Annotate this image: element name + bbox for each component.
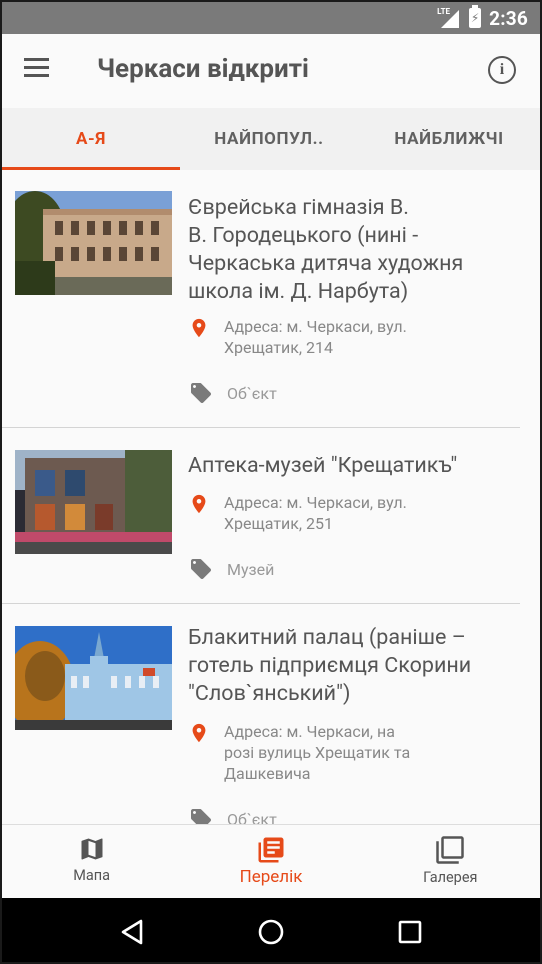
tag-icon: [191, 809, 211, 824]
tab-bar: А-Я НАЙПОПУЛ.. НАЙБЛИЖЧІ: [2, 108, 540, 170]
address-line: Адреса: м. Черкаси, на: [224, 722, 395, 741]
gallery-icon: [436, 836, 465, 864]
place-title: Блакитний палац (раніше – готель підприє…: [188, 624, 526, 708]
place-title: Єврейська гімназія В. В. Городецького (н…: [188, 194, 526, 306]
bottom-navigation: Мапа Перелік Галерея: [2, 824, 540, 898]
app-window: LTE ⚡ 2:36 Черкаси відкриті i А-Я НАЙПОП…: [0, 0, 542, 964]
status-bar: LTE ⚡ 2:36: [2, 2, 540, 34]
title-line: готель підприємця Скорини: [188, 653, 472, 678]
list-item[interactable]: Єврейська гімназія В. В. Городецького (н…: [2, 170, 540, 428]
address-text: Адреса: м. Черкаси, на розі вулиць Хреща…: [224, 721, 410, 784]
signal-icon: LTE: [437, 7, 461, 29]
nav-map[interactable]: Мапа: [2, 825, 181, 898]
category-row: Об`єкт: [189, 381, 277, 405]
places-list: Єврейська гімназія В. В. Городецького (н…: [2, 170, 540, 824]
tag-icon: [191, 383, 211, 403]
address-line: розі вулиць Хрещатик та: [224, 743, 411, 762]
category-label: Музей: [227, 559, 275, 579]
nav-list[interactable]: Перелік: [181, 825, 360, 898]
place-title: Аптека-музей "Крещатикъ": [188, 452, 526, 480]
address-line: Адреса: м. Черкаси, вул.: [224, 493, 407, 512]
address-row: Адреса: м. Черкаси, на розі вулиць Хреща…: [188, 721, 520, 784]
title-line: "Слов`янський"): [188, 681, 351, 706]
menu-icon[interactable]: [24, 58, 52, 84]
list-item[interactable]: Аптека-музей "Крещатикъ" Адреса: м. Черк…: [2, 428, 540, 604]
address-line: Хрещатик, 251: [224, 514, 333, 533]
place-photo: [15, 450, 172, 554]
title-line: Єврейська гімназія В.: [188, 195, 409, 220]
info-icon[interactable]: i: [488, 56, 516, 84]
page-title: Черкаси відкриті: [97, 54, 309, 84]
list-icon: [258, 837, 284, 863]
map-icon: [81, 838, 103, 860]
address-row: Адреса: м. Черкаси, вул. Хрещатик, 251: [188, 492, 520, 534]
address-line: Хрещатик, 214: [224, 338, 333, 357]
address-line: Адреса: м. Черкаси, вул.: [224, 317, 407, 336]
recents-icon[interactable]: [390, 912, 430, 952]
location-pin-icon: [192, 723, 206, 743]
category-label: Об`єкт: [227, 809, 277, 825]
tab-popular[interactable]: НАЙПОПУЛ..: [180, 108, 358, 170]
place-photo: [15, 626, 172, 730]
location-pin-icon: [192, 494, 206, 514]
title-line: Блакитний палац (раніше –: [188, 625, 466, 650]
category-row: Музей: [189, 557, 274, 581]
tab-nearest[interactable]: НАЙБЛИЖЧІ: [358, 108, 540, 170]
tag-icon: [191, 559, 211, 579]
list-item[interactable]: Блакитний палац (раніше – готель підприє…: [2, 604, 540, 824]
address-line: Дашкевича: [224, 764, 311, 783]
app-toolbar: Черкаси відкриті i: [2, 34, 540, 108]
clock: 2:36: [489, 6, 528, 30]
address-row: Адреса: м. Черкаси, вул. Хрещатик, 214: [188, 316, 520, 358]
place-photo: [15, 191, 172, 295]
nav-gallery[interactable]: Галерея: [361, 825, 540, 898]
title-line: Аптека-музей "Крещатикъ": [188, 453, 458, 478]
title-line: В. Городецького (нині -: [188, 223, 419, 248]
battery-icon: ⚡: [469, 5, 482, 28]
location-pin-icon: [192, 318, 206, 338]
category-label: Об`єкт: [227, 383, 277, 403]
nav-list-label: Перелік: [239, 867, 303, 887]
home-icon[interactable]: [251, 912, 291, 952]
title-line: Черкаська дитяча художня: [188, 251, 464, 276]
category-row: Об`єкт: [189, 807, 277, 824]
nav-gallery-label: Галерея: [423, 869, 478, 886]
address-text: Адреса: м. Черкаси, вул. Хрещатик, 251: [224, 492, 407, 534]
tab-a-z[interactable]: А-Я: [2, 108, 180, 170]
title-line: школа ім. Д. Нарбута): [188, 279, 409, 304]
back-icon[interactable]: [112, 912, 152, 952]
system-navigation-bar: [2, 898, 540, 962]
nav-map-label: Мапа: [73, 867, 111, 884]
address-text: Адреса: м. Черкаси, вул. Хрещатик, 214: [224, 316, 407, 358]
